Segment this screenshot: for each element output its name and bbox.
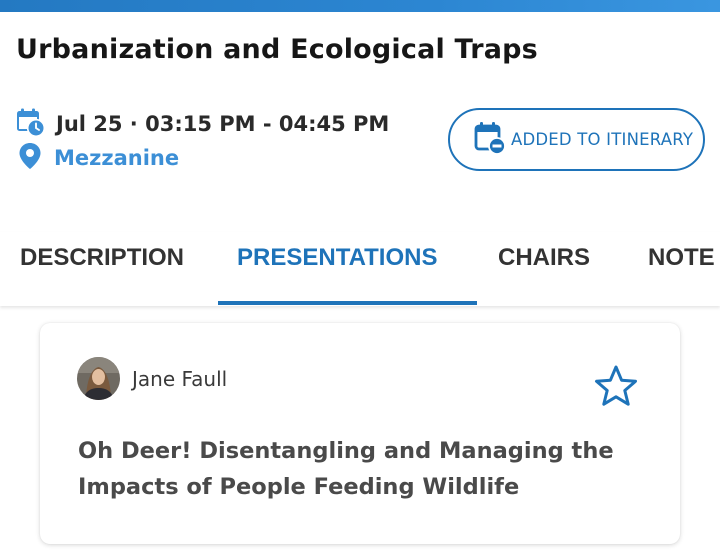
tab-bar: DESCRIPTION PRESENTATIONS CHAIRS NOTE	[0, 232, 720, 306]
tab-notes[interactable]: NOTE	[648, 244, 715, 272]
itinerary-button-label: ADDED TO ITINERARY	[511, 130, 694, 149]
presentation-title[interactable]: Oh Deer! Disentangling and Managing the …	[78, 433, 658, 505]
presentation-card[interactable]: Jane Faull Oh Deer! Disentangling and Ma…	[40, 323, 680, 544]
session-datetime: Jul 25 · 03:15 PM - 04:45 PM	[56, 112, 390, 136]
itinerary-button[interactable]: ADDED TO ITINERARY	[448, 108, 705, 171]
active-tab-indicator	[218, 301, 477, 305]
session-title: Urbanization and Ecological Traps	[16, 34, 538, 65]
star-outline-icon[interactable]	[593, 364, 639, 408]
tab-description[interactable]: DESCRIPTION	[20, 244, 184, 272]
header-bar	[0, 0, 720, 12]
session-location-row: Mezzanine	[18, 143, 179, 173]
presenter-name[interactable]: Jane Faull	[132, 367, 227, 391]
session-time-row: Jul 25 · 03:15 PM - 04:45 PM	[16, 108, 390, 141]
calendar-remove-icon	[474, 121, 506, 159]
session-location[interactable]: Mezzanine	[54, 146, 179, 170]
tab-chairs[interactable]: CHAIRS	[498, 244, 590, 272]
tab-presentations[interactable]: PRESENTATIONS	[237, 244, 437, 272]
map-pin-icon	[18, 142, 42, 174]
avatar	[77, 357, 120, 400]
calendar-clock-icon	[16, 108, 46, 141]
